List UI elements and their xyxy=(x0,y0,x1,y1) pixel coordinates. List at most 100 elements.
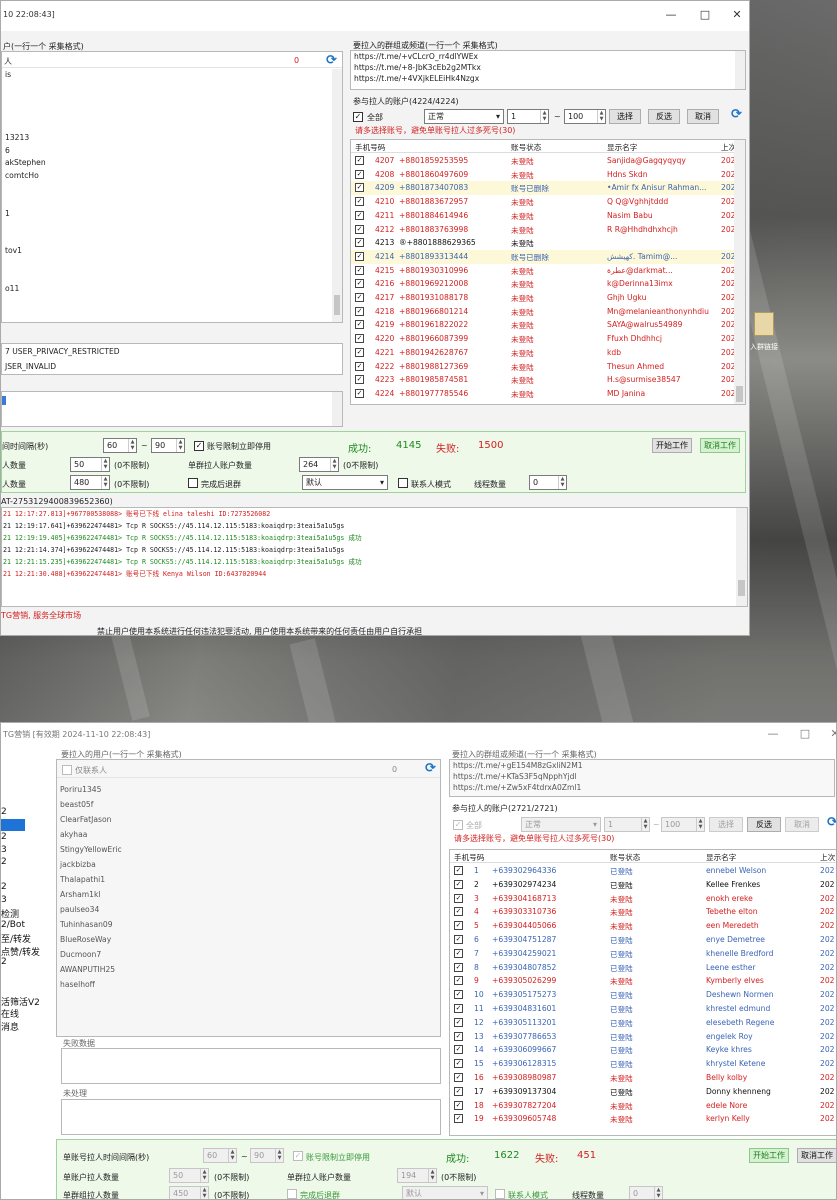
accounts-table[interactable]: 手机号码 账号状态 显示名字 上次 ✓ 4207 +8801859253595 未登陆… xyxy=(350,139,746,405)
fail-data-box[interactable]: 7 USER_PRIVACY_RESTRICTED JSER_INVALID xyxy=(1,343,343,375)
table-row[interactable]: ✓ 4219 +8801961822022 未登陆 SAYA@walrus54989 20… xyxy=(351,318,745,332)
sidebar-item[interactable]: 消息 xyxy=(1,1020,19,1033)
row-checkbox[interactable]: ✓ xyxy=(454,921,463,931)
row-checkbox[interactable]: ✓ xyxy=(355,224,364,234)
contact-mode-checkbox[interactable] xyxy=(398,478,408,488)
sidebar-item[interactable]: 2 xyxy=(1,957,7,967)
table-row[interactable]: ✓ 19 +639309605748 未登陆 kerlyn Kelly 202 xyxy=(450,1112,836,1126)
row-checkbox[interactable]: ✓ xyxy=(355,251,364,261)
table-row[interactable]: ✓ 4218 +8801966801214 未登陆 Mn@melanieanthonyn… xyxy=(351,305,745,319)
minimize-icon[interactable]: — xyxy=(663,8,679,22)
row-checkbox[interactable]: ✓ xyxy=(454,1073,463,1082)
exit-group-checkbox[interactable] xyxy=(287,1189,297,1199)
row-checkbox[interactable]: ✓ xyxy=(454,1086,463,1096)
row-checkbox[interactable]: ✓ xyxy=(454,935,463,944)
row-checkbox[interactable]: ✓ xyxy=(454,879,463,889)
sidebar-item[interactable]: 至/转发 xyxy=(1,932,31,945)
row-checkbox[interactable]: ✓ xyxy=(355,306,364,316)
sidebar-item[interactable]: 2 xyxy=(1,882,7,892)
close-icon[interactable]: ✕ xyxy=(729,8,745,22)
row-checkbox[interactable]: ✓ xyxy=(355,156,364,165)
count2-input[interactable]: 450 ▲ ▼ xyxy=(169,1186,209,1199)
count-input[interactable]: 50 ▲ ▼ xyxy=(169,1168,209,1183)
interval-from-input[interactable]: 60 ▲ ▼ xyxy=(103,438,137,453)
table-row[interactable]: ✓ 15 +639306128315 已登陆 khrystel Ketene 202 xyxy=(450,1057,836,1071)
table-row[interactable]: ✓ 4221 +8801942628767 未登陆 kdb 202 xyxy=(351,346,745,360)
invert-button[interactable]: 反选 xyxy=(648,109,680,124)
table-row[interactable]: ✓ 4208 +8801860497609 未登陆 Hdns Skdn 202 xyxy=(351,168,745,182)
threads-input[interactable]: 0 ▲ ▼ xyxy=(629,1186,663,1199)
table-row[interactable]: ✓ 14 +639306099667 已登陆 Keyke khres 202 xyxy=(450,1043,836,1057)
fail-data-box[interactable] xyxy=(61,1048,441,1084)
row-checkbox[interactable]: ✓ xyxy=(454,1059,463,1069)
row-checkbox[interactable]: ✓ xyxy=(454,1017,463,1027)
pending-box[interactable] xyxy=(1,391,343,427)
table-row[interactable]: ✓ 2 +639302974234 已登陆 Kellee Frenkes 202 xyxy=(450,878,836,892)
pending-scrollbar[interactable] xyxy=(332,392,342,426)
row-checkbox[interactable]: ✓ xyxy=(355,375,364,385)
range-from-input[interactable]: 1 ▲ ▼ xyxy=(507,109,549,124)
contact-mode-checkbox[interactable] xyxy=(495,1189,505,1199)
row-checkbox[interactable]: ✓ xyxy=(454,907,463,917)
sidebar-item[interactable]: 检测 xyxy=(1,907,19,920)
exit-group-checkbox[interactable] xyxy=(188,478,198,488)
row-checkbox[interactable]: ✓ xyxy=(355,238,364,248)
sidebar-item[interactable]: 活筛活V2 xyxy=(1,995,40,1008)
sidebar-item[interactable]: 3 xyxy=(1,845,7,855)
cancel-work-button[interactable]: 取消工作 xyxy=(700,438,740,453)
row-checkbox[interactable]: ✓ xyxy=(454,1031,463,1041)
threads-input[interactable]: 0 ▲ ▼ xyxy=(529,475,567,490)
range-to-input[interactable]: 100 ▲ ▼ xyxy=(661,817,705,832)
accounts-table[interactable]: 手机号码 账号状态 显示名字 上次 ✓ 1 +639302964336 已登陆 enne… xyxy=(449,849,836,1136)
row-checkbox[interactable]: ✓ xyxy=(454,1114,463,1124)
select-button[interactable]: 选择 xyxy=(609,109,641,124)
table-row[interactable]: ✓ 4212 +8801883763998 未登陆 R R@Hhdhdhxhcjh 202 xyxy=(351,223,745,237)
table-row[interactable]: ✓ 4207 +8801859253595 未登陆 Sanjida@Gagqyqyqy 2… xyxy=(351,154,745,168)
sidebar-item[interactable]: 2 xyxy=(1,857,7,867)
cancel-select-button[interactable]: 取消 xyxy=(687,109,719,124)
table-row[interactable]: ✓ 4210 +8801883672957 未登陆 Q Q@Vghhjtddd 202 xyxy=(351,195,745,209)
row-checkbox[interactable]: ✓ xyxy=(355,183,364,193)
groups-scrollbar[interactable] xyxy=(735,51,745,89)
table-row[interactable]: ✓ 18 +639307827204 未登陆 edele Nore 202 xyxy=(450,1099,836,1113)
range-from-input[interactable]: 1 ▲ ▼ xyxy=(604,817,650,832)
range-to-input[interactable]: 100 ▲ ▼ xyxy=(564,109,606,124)
table-row[interactable]: ✓ 4223 +8801985874581 未登陆 H.s@surmise38547 20… xyxy=(351,373,745,387)
table-row[interactable]: ✓ 17 +639309137304 已登陆 Donny khenneng 202 xyxy=(450,1085,836,1099)
row-checkbox[interactable]: ✓ xyxy=(454,1004,463,1013)
row-checkbox[interactable]: ✓ xyxy=(355,347,364,357)
sidebar-item[interactable]: 2 xyxy=(1,807,7,817)
row-checkbox[interactable]: ✓ xyxy=(454,866,463,875)
pending-box[interactable] xyxy=(61,1099,441,1135)
sidebar-item[interactable]: 点赞/转发 xyxy=(1,945,40,958)
sidebar-item[interactable]: 3 xyxy=(1,895,7,905)
table-row[interactable]: ✓ 6 +639304751287 已登陆 enye Demetree 202 xyxy=(450,933,836,947)
table-row[interactable]: ✓ 9 +639305026299 未登陆 Kymberly elves 202 xyxy=(450,974,836,988)
accounts-refresh-icon[interactable]: ⟳ xyxy=(731,107,742,122)
row-checkbox[interactable]: ✓ xyxy=(355,320,364,330)
row-checkbox[interactable]: ✓ xyxy=(454,1100,463,1110)
table-row[interactable]: ✓ 4224 +8801977785546 未登陆 MD Janina 202 xyxy=(351,387,745,401)
start-work-button[interactable]: 开始工作 xyxy=(749,1148,789,1163)
status-select[interactable]: 正常 ▾ xyxy=(521,817,601,832)
limit-stop-checkbox[interactable]: ✓ xyxy=(293,1151,303,1161)
log-scrollbar[interactable] xyxy=(736,508,747,606)
log-box[interactable]: 21 12:17:27.813]+967700538088> 账号已下线 eli… xyxy=(1,507,748,607)
table-row[interactable]: ✓ 4215 +8801930310996 未登陆 عطرة@darkmat... 202 xyxy=(351,264,745,278)
mode-select[interactable]: 默认 ▾ xyxy=(402,1186,488,1199)
table-row[interactable]: ✓ 8 +639304807852 已登陆 Leene esther 202 xyxy=(450,961,836,975)
table-row[interactable]: ✓ 4220 +8801966087399 未登陆 Ffuxh Dhdhhcj 202 xyxy=(351,332,745,346)
users-textarea[interactable]: 人 0 ⟳ is 13213 6 akStephen comtcHo 1 tov1 o11 xyxy=(1,51,343,323)
groups-textarea[interactable]: https://t.me/+gE154M8zGxliN2M1 https://t… xyxy=(449,759,835,797)
select-all-checkbox[interactable]: ✓ xyxy=(453,820,463,830)
row-checkbox[interactable]: ✓ xyxy=(454,1045,463,1055)
sidebar-item[interactable]: 在线 xyxy=(1,1007,19,1020)
status-select[interactable]: 正常 ▾ xyxy=(424,109,504,124)
cancel-work-button[interactable]: 取消工作 xyxy=(797,1148,836,1163)
count2-input[interactable]: 480 ▲ ▼ xyxy=(70,475,110,490)
select-all-checkbox[interactable]: ✓ xyxy=(353,112,363,122)
table-row[interactable]: ✓ 16 +639308980987 未登陆 Belly kolby 202 xyxy=(450,1071,836,1085)
start-work-button[interactable]: 开始工作 xyxy=(652,438,692,453)
only-contacts-checkbox[interactable] xyxy=(62,765,72,775)
close-icon[interactable]: ✕ xyxy=(827,727,836,741)
